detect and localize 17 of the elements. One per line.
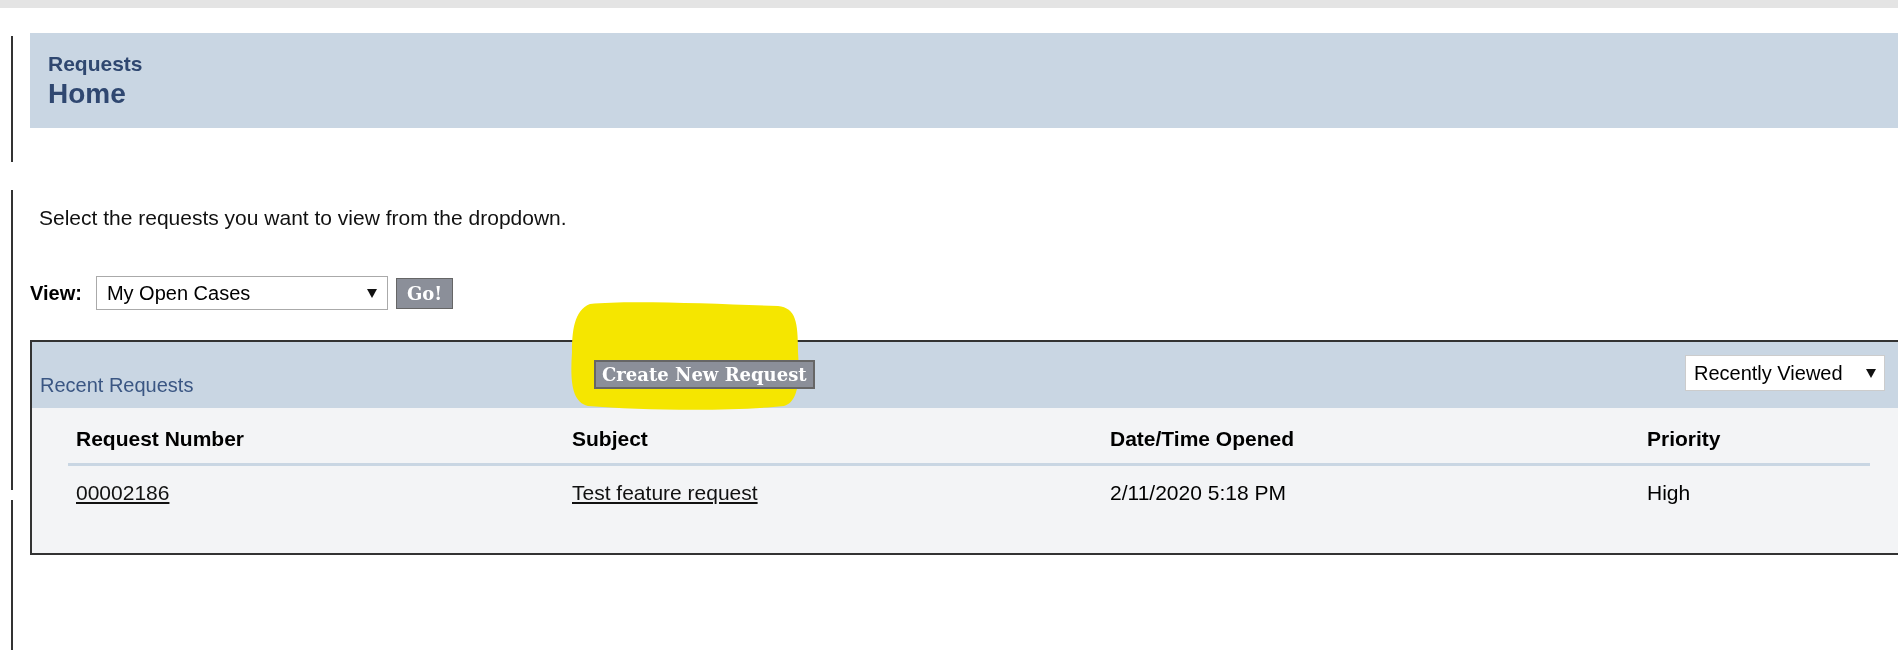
column-header: Priority [1647, 426, 1722, 451]
column-header: Date/Time Opened [1110, 426, 1295, 451]
request-number-link[interactable]: 00002186 [76, 481, 170, 504]
instruction-text: Select the requests you want to view from the dropdown. [39, 206, 568, 230]
caret-icon [366, 288, 377, 298]
view-dropdown[interactable]: My Open Cases [95, 276, 388, 310]
column-header: Subject [572, 426, 649, 451]
page-title: Home [48, 77, 127, 110]
section-title: Requests [48, 51, 144, 76]
sort-dropdown[interactable]: Recently Viewed [1685, 355, 1885, 391]
caret-icon [1866, 368, 1876, 378]
panel-title: Recent Requests [40, 374, 194, 397]
view-label: View: [30, 281, 82, 305]
column-header: Request Number [76, 426, 246, 451]
table-cell-text: High [1647, 481, 1692, 505]
subject-link[interactable]: Test feature request [572, 481, 758, 504]
table-cell-text: 2/11/2020 5:18 PM [1110, 481, 1287, 505]
